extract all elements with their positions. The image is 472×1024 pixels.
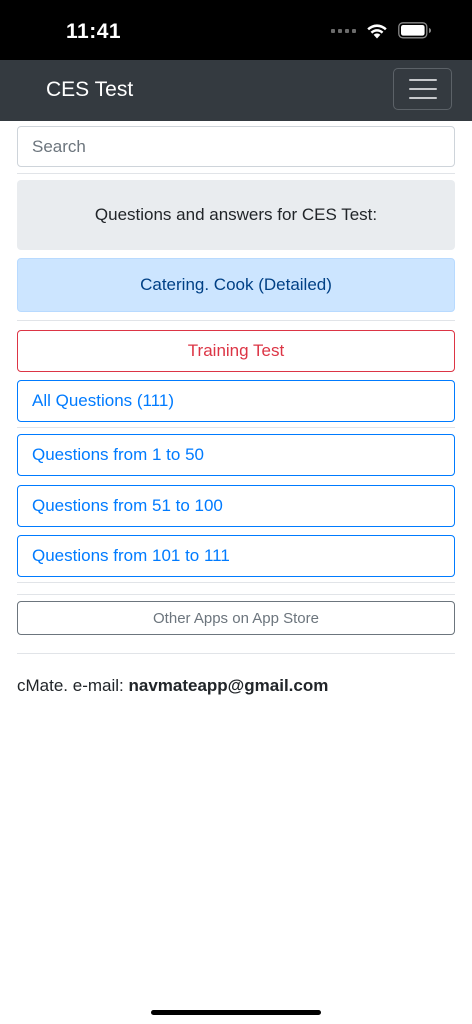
divider (17, 173, 455, 174)
questions-range-2-button[interactable]: Questions from 51 to 100 (17, 485, 455, 527)
status-icons (331, 22, 432, 39)
search-input[interactable] (17, 126, 455, 167)
topic-banner: Catering. Cook (Detailed) (17, 258, 455, 312)
footer-contact: cMate. e-mail: navmateapp@gmail.com (17, 676, 328, 696)
status-time: 11:41 (66, 20, 122, 43)
training-test-button[interactable]: Training Test (17, 330, 455, 372)
hamburger-icon (408, 79, 437, 81)
wifi-icon (367, 24, 387, 39)
battery-icon (398, 22, 431, 39)
divider (17, 653, 455, 654)
questions-range-1-button[interactable]: Questions from 1 to 50 (17, 434, 455, 476)
footer-label: cMate. e-mail: (17, 676, 129, 695)
divider (17, 427, 455, 428)
other-apps-button[interactable]: Other Apps on App Store (17, 601, 455, 635)
section-header: Questions and answers for CES Test: (17, 180, 455, 250)
contact-email-link[interactable]: navmateapp@gmail.com (128, 676, 328, 695)
home-indicator (151, 1010, 321, 1015)
all-questions-button[interactable]: All Questions (111) (17, 380, 455, 422)
divider (17, 594, 455, 595)
divider (17, 320, 455, 321)
navbar-title[interactable]: CES Test (46, 78, 133, 102)
cellular-signal-icon (331, 28, 356, 33)
menu-toggle-button[interactable] (393, 68, 452, 110)
navbar: CES Test (0, 60, 472, 121)
divider (17, 582, 455, 583)
questions-range-3-button[interactable]: Questions from 101 to 111 (17, 535, 455, 577)
status-bar: 11:41 (0, 0, 472, 60)
